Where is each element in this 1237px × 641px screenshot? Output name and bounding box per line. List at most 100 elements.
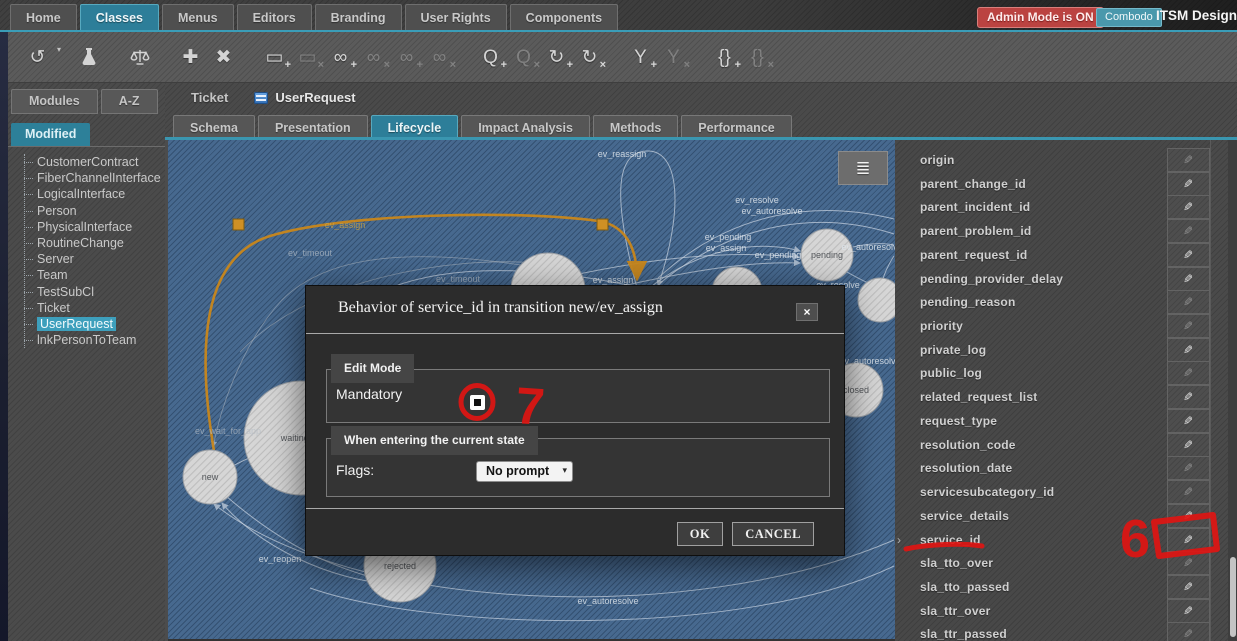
cancel-button[interactable]: CANCEL (732, 522, 814, 546)
open-class-tab-userrequest[interactable]: UserRequest (254, 90, 355, 105)
field-row-parent-problem-id[interactable]: parent_problem_id (895, 219, 1210, 243)
edit-field-button-private-log[interactable]: ✎ (1167, 338, 1210, 362)
field-row-parent-change-id[interactable]: parent_change_id (895, 172, 1210, 196)
pencil-icon: ✎ (1183, 434, 1193, 456)
field-row-parent-incident-id[interactable]: parent_incident_id (895, 195, 1210, 219)
class-item-testsubcl[interactable]: TestSubCl (25, 284, 165, 300)
nav-tab-branding[interactable]: Branding (315, 4, 402, 31)
class-item-person[interactable]: Person (25, 203, 165, 219)
class-item-customercontract[interactable]: CustomerContract (25, 154, 165, 170)
state-node-new[interactable]: new (183, 450, 237, 504)
field-row-origin[interactable]: origin (895, 148, 1210, 172)
edit-field-button-public-log[interactable]: ✎ (1167, 361, 1210, 385)
test-mode-flask-button[interactable] (75, 41, 102, 73)
add-link-button[interactable]: ∞+ (327, 41, 354, 73)
edge-label-ev-autoresolve: ev_autoresolve (839, 356, 895, 366)
field-row-public-log[interactable]: public_log (895, 361, 1210, 385)
tab-modified[interactable]: Modified (11, 123, 90, 146)
edit-field-button-sla-tto-over[interactable]: ✎ (1167, 551, 1210, 575)
class-item-ticket[interactable]: Ticket (25, 300, 165, 316)
edit-field-button-sla-ttr-over[interactable]: ✎ (1167, 599, 1210, 623)
edit-field-button-request-type[interactable]: ✎ (1167, 409, 1210, 433)
mandatory-checkbox[interactable] (470, 395, 485, 410)
open-class-tabs: Ticket UserRequest (165, 83, 356, 112)
field-row-service-id[interactable]: ›service_id (895, 528, 1210, 552)
field-row-related-request-list[interactable]: related_request_list (895, 385, 1210, 409)
add-class-button[interactable]: Q+ (477, 41, 504, 73)
edit-field-button-servicesubcategory-id[interactable]: ✎ (1167, 480, 1210, 504)
field-row-request-type[interactable]: request_type (895, 409, 1210, 433)
flags-select[interactable]: No prompt ▾ (476, 461, 573, 482)
class-item-routinechange[interactable]: RoutineChange (25, 235, 165, 251)
nav-tab-menus[interactable]: Menus (162, 4, 234, 31)
add-button[interactable]: ✚ (177, 41, 204, 73)
state-node[interactable] (858, 278, 895, 322)
field-row-pending-reason[interactable]: pending_reason (895, 290, 1210, 314)
remove-transition-button[interactable]: ↻× (576, 41, 603, 73)
field-row-servicesubcategory-id[interactable]: servicesubcategory_id (895, 480, 1210, 504)
nav-tab-editors[interactable]: Editors (237, 4, 312, 31)
edit-field-button-service-id[interactable]: ✎ (1167, 528, 1210, 552)
edge-handle[interactable] (597, 219, 608, 230)
field-row-pending-provider-delay[interactable]: pending_provider_delay (895, 267, 1210, 291)
class-item-fiberchannelinterface[interactable]: FiberChannelInterface (25, 170, 165, 186)
edit-field-button-resolution-code[interactable]: ✎ (1167, 433, 1210, 457)
class-item-userrequest[interactable]: UserRequest (25, 316, 165, 332)
field-row-sla-tto-over[interactable]: sla_tto_over (895, 551, 1210, 575)
delete-button[interactable]: ✖ (210, 41, 237, 73)
field-row-service-details[interactable]: service_details (895, 504, 1210, 528)
ok-button[interactable]: OK (677, 522, 723, 546)
class-item-logicalinterface[interactable]: LogicalInterface (25, 186, 165, 202)
sidebar-tab-a-z[interactable]: A-Z (101, 89, 158, 114)
field-row-priority[interactable]: priority (895, 314, 1210, 338)
compare-scales-button[interactable] (126, 41, 153, 73)
field-row-resolution-date[interactable]: resolution_date (895, 456, 1210, 480)
close-icon[interactable]: × (796, 303, 818, 321)
edit-field-button-related-request-list[interactable]: ✎ (1167, 385, 1210, 409)
field-row-sla-ttr-passed[interactable]: sla_ttr_passed (895, 622, 1210, 641)
add-field-button[interactable]: ▭+ (261, 41, 288, 73)
edit-field-button-resolution-date[interactable]: ✎ (1167, 456, 1210, 480)
add-script-button[interactable]: {}+ (711, 41, 738, 73)
field-row-resolution-code[interactable]: resolution_code (895, 433, 1210, 457)
edit-field-button-sla-tto-passed[interactable]: ✎ (1167, 575, 1210, 599)
add-branch-button[interactable]: Y+ (627, 41, 654, 73)
pencil-icon: ✎ (1183, 196, 1193, 218)
flags-label: Flags: (336, 462, 374, 478)
undo-button[interactable]: ↺▾ (24, 41, 51, 73)
legend-toggle-button[interactable]: ≣ (838, 151, 888, 185)
add-transition-button[interactable]: ↻+ (543, 41, 570, 73)
field-row-parent-request-id[interactable]: parent_request_id (895, 243, 1210, 267)
undo-history-caret[interactable]: ▾ (57, 45, 61, 54)
edit-field-button-parent-change-id[interactable]: ✎ (1167, 172, 1210, 196)
edit-field-button-pending-reason[interactable]: ✎ (1167, 290, 1210, 314)
nav-tab-user-rights[interactable]: User Rights (405, 4, 507, 31)
mandatory-label: Mandatory (336, 386, 402, 402)
field-row-private-log[interactable]: private_log (895, 338, 1210, 362)
pencil-icon: ✎ (1183, 481, 1193, 503)
scrollbar-thumb[interactable] (1230, 557, 1236, 637)
edit-field-button-service-details[interactable]: ✎ (1167, 504, 1210, 528)
nav-tab-classes[interactable]: Classes (80, 4, 159, 31)
edit-field-button-sla-ttr-passed[interactable]: ✎ (1167, 622, 1210, 641)
field-row-sla-tto-passed[interactable]: sla_tto_passed (895, 575, 1210, 599)
edit-field-button-pending-provider-delay[interactable]: ✎ (1167, 267, 1210, 291)
nav-tab-home[interactable]: Home (10, 4, 77, 31)
open-class-tab-ticket[interactable]: Ticket (191, 90, 228, 105)
state-node-pending[interactable]: pending (801, 229, 853, 281)
sidebar-tab-modules[interactable]: Modules (11, 89, 98, 114)
nav-tab-components[interactable]: Components (510, 4, 618, 31)
field-row-sla-ttr-over[interactable]: sla_ttr_over (895, 599, 1210, 623)
edit-field-button-parent-incident-id[interactable]: ✎ (1167, 195, 1210, 219)
edit-field-button-parent-request-id[interactable]: ✎ (1167, 243, 1210, 267)
class-item-team[interactable]: Team (25, 267, 165, 283)
edit-field-button-priority[interactable]: ✎ (1167, 314, 1210, 338)
class-item-physicalinterface[interactable]: PhysicalInterface (25, 219, 165, 235)
edge-label-ev-resolve: ev_resolve (735, 195, 779, 205)
class-item-server[interactable]: Server (25, 251, 165, 267)
edit-field-button-parent-problem-id[interactable]: ✎ (1167, 219, 1210, 243)
edit-field-button-origin[interactable]: ✎ (1167, 148, 1210, 172)
transition-edge[interactable] (621, 151, 675, 288)
edge-handle[interactable] (233, 219, 244, 230)
class-item-lnkpersontoteam[interactable]: lnkPersonToTeam (25, 332, 165, 348)
